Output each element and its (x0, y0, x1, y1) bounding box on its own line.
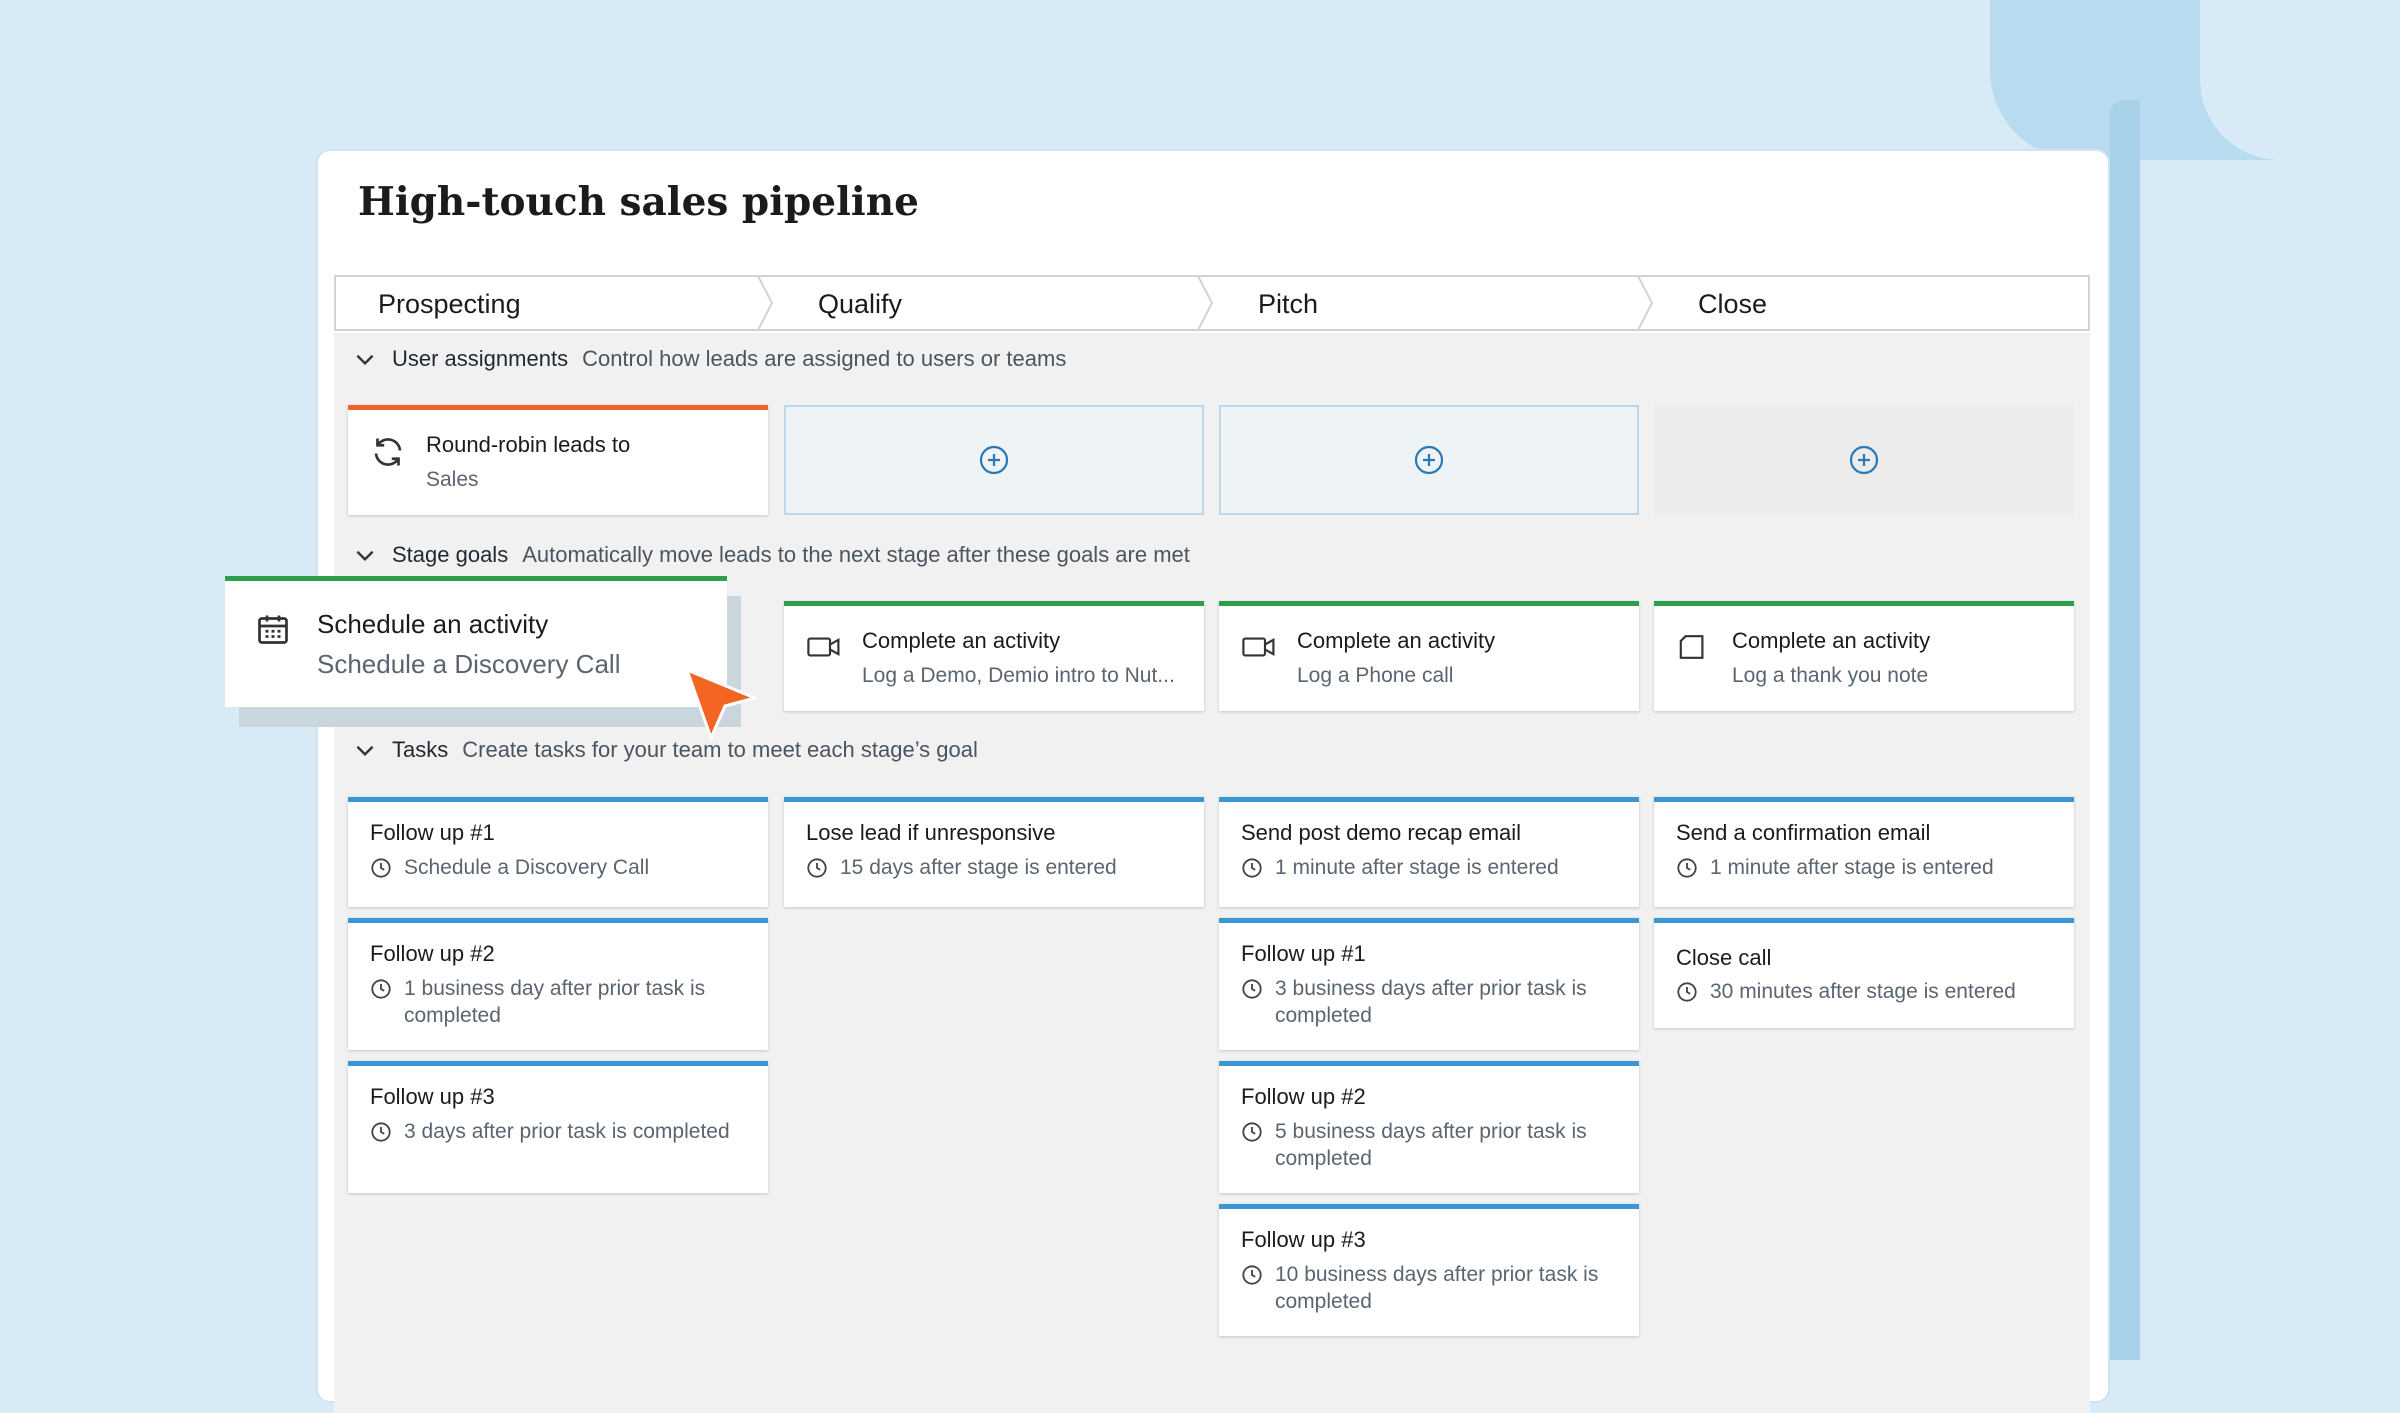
goal-title: Complete an activity (1732, 628, 1931, 653)
section-user-assignments[interactable]: User assignments Control how leads are a… (352, 342, 1066, 376)
task-title: Lose lead if unresponsive (806, 820, 1056, 845)
goal-title: Schedule an activity (317, 609, 549, 639)
task-card[interactable]: Follow up #2 1 business day after prior … (348, 918, 768, 1050)
task-card[interactable]: Send post demo recap email 1 minute afte… (1219, 797, 1639, 907)
stage-pitch[interactable]: Pitch (1258, 289, 1318, 320)
add-assignment-slot-qualify[interactable] (784, 405, 1204, 515)
section-name: User assignments (392, 346, 569, 371)
task-card[interactable]: Follow up #3 10 business days after prio… (1219, 1204, 1639, 1336)
task-subtitle: 1 minute after stage is entered (1710, 856, 1994, 879)
goal-subtitle: Schedule a Discovery Call (317, 649, 621, 679)
card-subtitle: Sales (426, 468, 479, 491)
task-subtitle: 3 days after prior task is completed (404, 1120, 730, 1143)
clock-icon (1242, 1265, 1262, 1285)
section-description: Automatically move leads to the next sta… (522, 542, 1190, 567)
task-subtitle: 30 minutes after stage is entered (1710, 980, 2016, 1003)
clock-icon (1677, 858, 1697, 878)
task-title: Follow up #3 (370, 1084, 495, 1109)
task-title: Send a confirmation email (1676, 820, 1931, 845)
task-card[interactable]: Close call 30 minutes after stage is ent… (1654, 918, 2074, 1028)
video-icon (807, 637, 840, 657)
task-title: Follow up #1 (1241, 941, 1366, 966)
stage-bar: Prospecting Qualify Pitch Close (334, 275, 2090, 331)
clock-icon (371, 858, 391, 878)
clock-icon (1242, 858, 1262, 878)
task-card[interactable]: Follow up #2 5 business days after prior… (1219, 1061, 1639, 1193)
task-title: Follow up #1 (370, 820, 495, 845)
chevron-down-icon (356, 745, 374, 757)
stage-close[interactable]: Close (1698, 289, 1767, 320)
task-card[interactable]: Send a confirmation email 1 minute after… (1654, 797, 2074, 907)
goal-title: Complete an activity (862, 628, 1061, 653)
task-card[interactable]: Follow up #3 3 days after prior task is … (348, 1061, 768, 1193)
goal-title: Complete an activity (1297, 628, 1496, 653)
task-card[interactable]: Lose lead if unresponsive 15 days after … (784, 797, 1204, 907)
add-icon (1849, 445, 1879, 475)
assignment-card[interactable]: Round-robin leads to Sales (348, 405, 768, 515)
task-subtitle: 1 business day after prior task is compl… (404, 977, 706, 1027)
calendar-icon (258, 615, 288, 644)
card-title: Round-robin leads to (426, 432, 631, 457)
goal-subtitle: Log a Demo, Demio intro to Nut... (862, 664, 1175, 687)
add-icon (979, 445, 1009, 475)
task-title: Follow up #2 (370, 941, 495, 966)
cursor-pointer-icon (685, 668, 757, 740)
task-title: Close call (1676, 945, 1772, 970)
note-icon (1679, 635, 1704, 659)
clock-icon (1242, 979, 1262, 999)
goal-card-pitch[interactable]: Complete an activity Log a Phone call (1219, 601, 1639, 711)
task-subtitle: Schedule a Discovery Call (404, 856, 650, 879)
task-subtitle: 3 business days after prior task is comp… (1275, 977, 1587, 1027)
task-title: Follow up #3 (1241, 1227, 1366, 1252)
pipeline-content: User assignments Control how leads are a… (334, 333, 2090, 1413)
background-shape (2110, 100, 2140, 1360)
add-icon (1414, 445, 1444, 475)
stage-qualify[interactable]: Qualify (818, 289, 902, 320)
background-shape (2200, 0, 2400, 160)
goal-subtitle: Log a thank you note (1732, 664, 1929, 687)
pipeline-panel: High-touch sales pipeline Prospecting Qu… (316, 149, 2110, 1413)
goal-card-qualify[interactable]: Complete an activity Log a Demo, Demio i… (784, 601, 1204, 711)
section-description: Create tasks for your team to meet each … (462, 737, 978, 762)
task-card[interactable]: Follow up #1 Schedule a Discovery Call (348, 797, 768, 907)
section-name: Stage goals (392, 542, 509, 567)
clock-icon (807, 858, 827, 878)
clock-icon (1677, 982, 1697, 1002)
chevron-down-icon (356, 354, 374, 366)
task-card[interactable]: Follow up #1 3 business days after prior… (1219, 918, 1639, 1050)
goal-subtitle: Log a Phone call (1297, 664, 1454, 687)
task-subtitle: 10 business days after prior task is com… (1275, 1263, 1599, 1313)
section-tasks[interactable]: Tasks Create tasks for your team to meet… (352, 733, 978, 767)
clock-icon (371, 979, 391, 999)
task-subtitle: 1 minute after stage is entered (1275, 856, 1559, 879)
add-assignment-slot-pitch[interactable] (1219, 405, 1639, 515)
stage-bar-outline (334, 275, 2090, 331)
video-icon (1242, 637, 1275, 657)
dragged-goal-card[interactable]: Schedule an activity Schedule a Discover… (225, 576, 727, 707)
section-stage-goals[interactable]: Stage goals Automatically move leads to … (352, 538, 1190, 572)
clock-icon (1242, 1122, 1262, 1142)
chevron-down-icon (356, 550, 374, 562)
stage-prospecting[interactable]: Prospecting (378, 289, 521, 320)
task-subtitle: 15 days after stage is entered (840, 856, 1117, 879)
section-description: Control how leads are assigned to users … (582, 346, 1067, 371)
task-title: Follow up #2 (1241, 1084, 1366, 1109)
goal-card-close[interactable]: Complete an activity Log a thank you not… (1654, 601, 2074, 711)
refresh-icon (374, 438, 402, 466)
clock-icon (371, 1122, 391, 1142)
task-subtitle: 5 business days after prior task is comp… (1275, 1120, 1587, 1170)
section-name: Tasks (392, 737, 449, 762)
task-title: Send post demo recap email (1241, 820, 1522, 845)
add-assignment-slot-close[interactable] (1654, 405, 2074, 515)
page-title: High-touch sales pipeline (358, 179, 919, 225)
